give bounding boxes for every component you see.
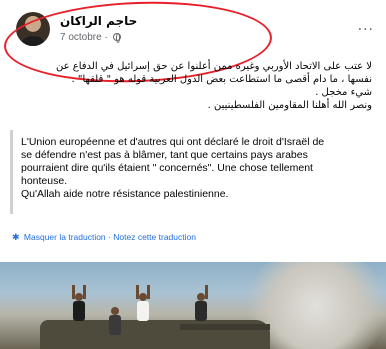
- arabic-line: شيء مخجل .: [315, 87, 372, 98]
- translation-links: ✱ Masquer la traduction · Notez cette tr…: [12, 232, 196, 243]
- post-body-arabic: لا عتب على الاتحاد الأوربي وغيره ممن أعل…: [10, 60, 372, 112]
- post-photo[interactable]: [0, 262, 386, 349]
- translation-line: L'Union européenne et d'autres qui ont d…: [21, 136, 325, 148]
- post-header: حاجم الراكان 7 octobre · ...: [16, 12, 376, 48]
- translation-line: pourraient dire qu'ils étaient " concern…: [21, 162, 313, 174]
- person: [194, 285, 208, 327]
- more-options-icon[interactable]: ...: [358, 18, 374, 34]
- person: [72, 285, 86, 327]
- translation-line: honteuse.: [21, 175, 68, 187]
- person: [108, 307, 122, 341]
- post-date[interactable]: 7 octobre: [60, 32, 102, 43]
- links-separator: ·: [108, 232, 111, 242]
- globe-icon: [112, 33, 121, 43]
- author-avatar[interactable]: [16, 12, 50, 46]
- translation-line: se défendre n'est pas à blâmer, tant que…: [21, 149, 308, 161]
- gear-icon: ✱: [12, 232, 20, 242]
- translation-block: L'Union européenne et d'autres qui ont d…: [10, 130, 376, 214]
- person: [136, 285, 150, 327]
- facebook-post: حاجم الراكان 7 octobre · ... لا عتب على …: [0, 0, 386, 349]
- meta-separator: ·: [104, 32, 108, 43]
- rate-translation-link[interactable]: Notez cette traduction: [113, 232, 196, 242]
- hide-translation-link[interactable]: Masquer la traduction: [24, 232, 106, 242]
- author-name[interactable]: حاجم الراكان: [60, 14, 137, 28]
- arabic-line: نفسها ، ما دام أقصى ما استطاعت بعض الدول…: [71, 74, 373, 85]
- arabic-line: لا عتب على الاتحاد الأوربي وغيره ممن أعل…: [55, 61, 372, 72]
- post-meta: 7 octobre ·: [60, 32, 121, 43]
- translation-line: Qu'Allah aide notre résistance palestini…: [21, 188, 229, 200]
- arabic-line: ونصر الله أهلنا المقاومين الفلسطينيين .: [207, 100, 372, 111]
